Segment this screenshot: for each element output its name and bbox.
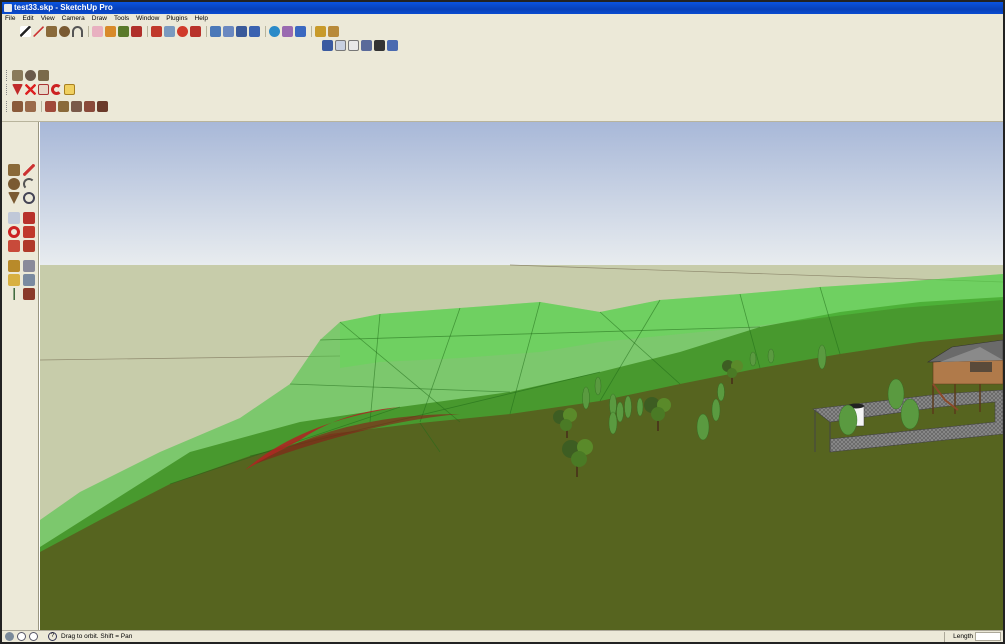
push-pull-icon[interactable] xyxy=(151,26,162,37)
warehouse-icon[interactable] xyxy=(295,26,306,37)
sandbox-toolbar xyxy=(6,100,110,113)
arc-icon[interactable] xyxy=(72,26,83,37)
left-toolbar xyxy=(2,122,39,630)
tape-measure-icon[interactable] xyxy=(8,260,20,272)
right-view-icon[interactable] xyxy=(361,40,372,51)
smoove-icon[interactable] xyxy=(45,101,56,112)
follow-me-icon[interactable] xyxy=(177,26,188,37)
delete-icon[interactable] xyxy=(25,84,36,95)
measurement-label: Length xyxy=(944,632,973,642)
axes-icon[interactable] xyxy=(8,288,20,300)
back-view-icon[interactable] xyxy=(374,40,385,51)
line-icon[interactable] xyxy=(33,26,44,37)
measurement-box[interactable] xyxy=(975,632,1001,641)
rectangle-icon[interactable] xyxy=(8,164,20,176)
wireframe-icon[interactable] xyxy=(25,70,36,81)
flip-edge-icon[interactable] xyxy=(97,101,108,112)
credits-status-icon[interactable] xyxy=(17,632,26,641)
3d-text-icon[interactable] xyxy=(23,288,35,300)
status-hint: Drag to orbit. Shift = Pan xyxy=(61,633,133,640)
geo-location-icon[interactable] xyxy=(282,26,293,37)
circle-icon[interactable] xyxy=(59,26,70,37)
arc-icon[interactable] xyxy=(23,178,35,190)
components-icon[interactable] xyxy=(249,26,260,37)
export-icon[interactable] xyxy=(64,84,75,95)
menu-tools[interactable]: Tools xyxy=(114,14,129,23)
rotate-icon[interactable] xyxy=(164,26,175,37)
menu-camera[interactable]: Camera xyxy=(62,14,85,23)
views-toolbar xyxy=(322,39,400,52)
push-pull-icon[interactable] xyxy=(23,212,35,224)
layout-icon[interactable] xyxy=(328,26,339,37)
offset-icon[interactable] xyxy=(23,240,35,252)
protractor-icon[interactable] xyxy=(8,274,20,286)
pan-icon[interactable] xyxy=(210,26,221,37)
text-icon[interactable] xyxy=(23,274,35,286)
top-view-icon[interactable] xyxy=(335,40,346,51)
menu-bar: File Edit View Camera Draw Tools Window … xyxy=(2,14,1003,23)
select-icon[interactable] xyxy=(20,26,31,37)
help-icon[interactable]: ? xyxy=(48,632,57,641)
styles-toolbar xyxy=(6,69,51,82)
menu-draw[interactable]: Draw xyxy=(92,14,107,23)
follow-me-icon[interactable] xyxy=(23,226,35,238)
front-view-icon[interactable] xyxy=(348,40,359,51)
left-view-icon[interactable] xyxy=(387,40,398,51)
circle-icon[interactable] xyxy=(8,178,20,190)
status-bar: ? Drag to orbit. Shift = Pan Length xyxy=(2,630,1003,642)
zoom-extents-icon[interactable] xyxy=(236,26,247,37)
dimension-icon[interactable] xyxy=(23,260,35,272)
stamp-icon[interactable] xyxy=(58,101,69,112)
menu-plugins[interactable]: Plugins xyxy=(166,14,187,23)
section-plane-icon[interactable] xyxy=(12,84,23,95)
menu-view[interactable]: View xyxy=(41,14,55,23)
scale-icon[interactable] xyxy=(8,240,20,252)
menu-window[interactable]: Window xyxy=(136,14,159,23)
eraser-icon[interactable] xyxy=(92,26,103,37)
drape-icon[interactable] xyxy=(71,101,82,112)
title-bar[interactable]: test33.skp - SketchUp Pro xyxy=(2,2,1003,14)
menu-edit[interactable]: Edit xyxy=(22,14,33,23)
paint-bucket-icon[interactable] xyxy=(8,192,20,204)
rotate-icon[interactable] xyxy=(8,226,20,238)
scene xyxy=(40,122,1003,630)
section-display-icon[interactable] xyxy=(38,84,49,95)
menu-help[interactable]: Help xyxy=(195,14,208,23)
app-icon xyxy=(4,4,12,12)
zoom-icon[interactable] xyxy=(223,26,234,37)
move-icon[interactable] xyxy=(131,26,142,37)
3d-viewport[interactable] xyxy=(40,122,1003,630)
tape-measure-icon[interactable] xyxy=(118,26,129,37)
add-detail-icon[interactable] xyxy=(84,101,95,112)
sketchup-window: test33.skp - SketchUp Pro File Edit View… xyxy=(0,0,1005,644)
redo-icon[interactable] xyxy=(51,84,62,95)
main-toolbar xyxy=(20,25,341,38)
pencil-icon[interactable] xyxy=(23,164,35,176)
iso-view-icon[interactable] xyxy=(322,40,333,51)
materials-icon[interactable] xyxy=(269,26,280,37)
xray-icon[interactable] xyxy=(12,70,23,81)
move-icon[interactable] xyxy=(8,212,20,224)
extension-icon[interactable] xyxy=(315,26,326,37)
menu-file[interactable]: File xyxy=(5,14,15,23)
paint-bucket-icon[interactable] xyxy=(105,26,116,37)
eraser-icon[interactable] xyxy=(23,192,35,204)
rectangle-icon[interactable] xyxy=(46,26,57,37)
orbit-icon[interactable] xyxy=(190,26,201,37)
hidden-line-icon[interactable] xyxy=(38,70,49,81)
sky xyxy=(40,122,1003,265)
sandbox-scratch-icon[interactable] xyxy=(25,101,36,112)
sandbox-contours-icon[interactable] xyxy=(12,101,23,112)
geo-location-status-icon[interactable] xyxy=(5,632,14,641)
top-toolbar-area xyxy=(2,23,1003,122)
user-status-icon[interactable] xyxy=(29,632,38,641)
sections-toolbar xyxy=(6,83,77,96)
window-title: test33.skp - SketchUp Pro xyxy=(14,3,113,12)
